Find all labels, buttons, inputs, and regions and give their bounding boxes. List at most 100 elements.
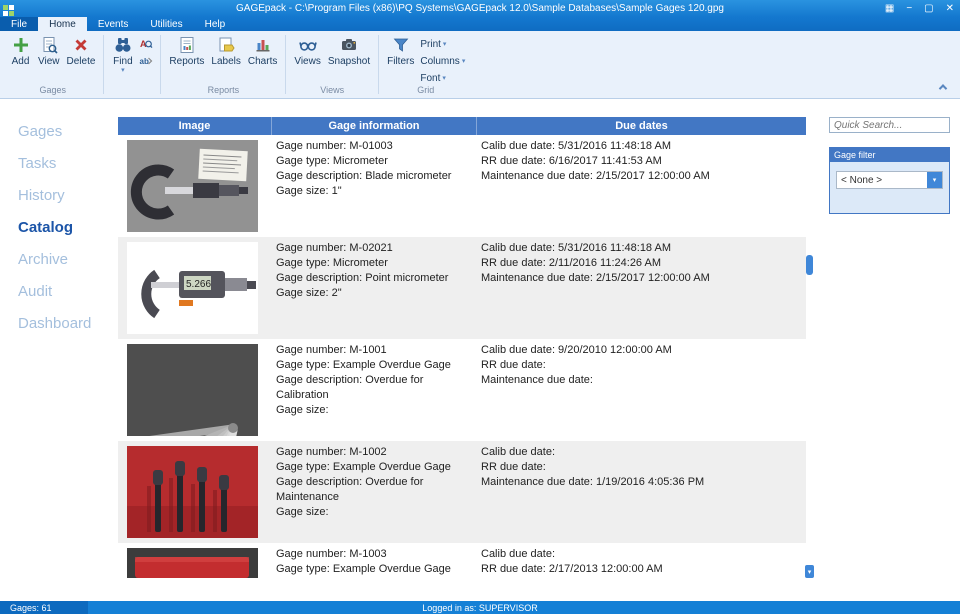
gage-type: Gage type: Micrometer xyxy=(276,256,471,271)
calib-due-date: Calib due date: 5/31/2016 11:48:18 AM xyxy=(481,139,800,154)
gage-filter-panel: Gage filter < None > ▾ xyxy=(829,147,950,214)
ribbon-tabs: File Home Events Utilities Help xyxy=(0,17,960,31)
reports-label: Reports xyxy=(169,56,204,67)
tab-help[interactable]: Help xyxy=(194,17,237,31)
add-label: Add xyxy=(12,56,30,67)
delete-icon xyxy=(71,35,91,55)
views-button[interactable]: Views xyxy=(291,33,324,67)
view-button[interactable]: View xyxy=(35,33,63,67)
customize-icon[interactable]: ▦ xyxy=(885,0,894,17)
sidebar-item-archive[interactable]: Archive xyxy=(0,243,118,275)
group-label-gages: Gages xyxy=(7,85,98,98)
font-button[interactable]: Font ▾ xyxy=(418,71,467,85)
gage-description: Gage description: Overdue for Maintenanc… xyxy=(276,475,471,505)
find-icon xyxy=(113,35,133,55)
charts-label: Charts xyxy=(248,56,277,67)
print-dropdown-icon: ▾ xyxy=(443,40,447,48)
columns-button[interactable]: Columns ▾ xyxy=(418,54,467,68)
column-header-image[interactable]: Image xyxy=(118,117,272,135)
ribbon-group-reports: Reports Labels Charts Reports xyxy=(162,31,284,98)
chevron-up-icon xyxy=(939,84,947,92)
add-icon xyxy=(11,35,31,55)
reports-button[interactable]: Reports xyxy=(166,33,207,67)
ribbon-separator xyxy=(103,35,104,94)
find-text-icon: A xyxy=(139,37,153,51)
maintenance-due-date: Maintenance due date: 2/15/2017 12:00:00… xyxy=(481,169,800,184)
gage-size: Gage size: 1" xyxy=(276,184,471,199)
group-label-find xyxy=(109,85,155,98)
gage-image-cell: 5.266 xyxy=(118,237,272,339)
ribbon-separator xyxy=(378,35,379,94)
sidebar-item-audit[interactable]: Audit xyxy=(0,275,118,307)
add-button[interactable]: Add xyxy=(7,33,34,67)
calib-due-date: Calib due date: 5/31/2016 11:48:18 AM xyxy=(481,241,800,256)
table-row[interactable]: Gage number: M-1002 Gage type: Example O… xyxy=(118,441,806,543)
gage-image-cell xyxy=(118,441,272,543)
gage-catalog-table: Image Gage information Due dates Gage xyxy=(118,117,806,578)
find-text-button[interactable]: A xyxy=(137,37,155,51)
columns-label: Columns xyxy=(420,56,459,67)
gage-size: Gage size: 2" xyxy=(276,286,471,301)
charts-button[interactable]: Charts xyxy=(245,33,280,67)
incremental-search-button[interactable]: ab xyxy=(137,54,155,68)
tab-home[interactable]: Home xyxy=(38,17,87,31)
scroll-down-button[interactable]: ▾ xyxy=(805,565,814,578)
delete-button[interactable]: Delete xyxy=(64,33,99,67)
due-dates-cell: Calib due date: 5/31/2016 11:48:18 AM RR… xyxy=(477,135,806,237)
table-row[interactable]: Gage number: M-1001 Gage type: Example O… xyxy=(118,339,806,441)
svg-text:ab: ab xyxy=(140,57,149,66)
charts-icon xyxy=(253,35,273,55)
find-button[interactable]: Find ▾ xyxy=(109,33,136,74)
sidebar-item-catalog[interactable]: Catalog xyxy=(0,211,118,243)
sidebar-item-dashboard[interactable]: Dashboard xyxy=(0,307,118,339)
vertical-scrollbar[interactable]: ▾ xyxy=(805,135,814,578)
gage-size: Gage size: xyxy=(276,403,471,418)
gage-image-cell xyxy=(118,339,272,441)
sidebar-item-gages[interactable]: Gages xyxy=(0,115,118,147)
close-icon[interactable]: ✕ xyxy=(946,0,954,17)
snapshot-button[interactable]: Snapshot xyxy=(325,33,373,67)
scrollbar-thumb[interactable] xyxy=(806,255,813,275)
sidebar: Gages Tasks History Catalog Archive Audi… xyxy=(0,99,118,601)
ribbon-collapse-button[interactable] xyxy=(936,81,950,93)
tab-events[interactable]: Events xyxy=(87,17,140,31)
views-label: Views xyxy=(294,56,321,67)
micrometer-display-value: 5.266 xyxy=(186,279,211,290)
calib-due-date: Calib due date: xyxy=(481,547,800,562)
gage-type: Gage type: Example Overdue Gage xyxy=(276,562,471,577)
tab-file[interactable]: File xyxy=(0,17,38,31)
gage-size: Gage size: xyxy=(276,505,471,520)
ribbon-group-grid: Filters Print ▾ Columns ▾ Font ▾ xyxy=(380,31,471,98)
calib-due-date: Calib due date: 9/20/2010 12:00:00 AM xyxy=(481,343,800,358)
maintenance-due-date: Maintenance due date: 1/19/2016 4:05:36 … xyxy=(481,475,800,490)
labels-button[interactable]: Labels xyxy=(208,33,243,67)
gage-filter-dropdown[interactable]: < None > ▾ xyxy=(836,171,943,189)
gage-number: Gage number: M-1003 xyxy=(276,547,471,562)
sidebar-item-tasks[interactable]: Tasks xyxy=(0,147,118,179)
table-row[interactable]: Gage number: M-1003 Gage type: Example O… xyxy=(118,543,806,578)
rr-due-date: RR due date: 2/17/2013 12:00:00 AM xyxy=(481,562,800,577)
print-button[interactable]: Print ▾ xyxy=(418,37,467,51)
tab-utilities[interactable]: Utilities xyxy=(139,17,193,31)
column-header-due-dates[interactable]: Due dates xyxy=(477,117,806,135)
ribbon-separator xyxy=(160,35,161,94)
gage-filter-value: < None > xyxy=(841,175,882,186)
quick-search-input[interactable] xyxy=(829,117,950,133)
ribbon: Add View Delete Gages Find ▾ xyxy=(0,31,960,99)
dropdown-arrow-icon[interactable]: ▾ xyxy=(927,172,942,188)
filters-button[interactable]: Filters xyxy=(384,33,417,67)
gage-info-cell: Gage number: M-02021 Gage type: Micromet… xyxy=(272,237,477,339)
group-label-reports: Reports xyxy=(166,85,280,98)
gage-number: Gage number: M-01003 xyxy=(276,139,471,154)
sidebar-item-history[interactable]: History xyxy=(0,179,118,211)
font-dropdown-icon: ▾ xyxy=(442,74,446,82)
maximize-icon[interactable]: ▢ xyxy=(924,0,933,17)
minimize-icon[interactable]: − xyxy=(906,0,912,17)
gage-number: Gage number: M-02021 xyxy=(276,241,471,256)
table-row[interactable]: Gage number: M-01003 Gage type: Micromet… xyxy=(118,135,806,237)
table-row[interactable]: 5.266 Gage number: M-02021 Gage type: Mi… xyxy=(118,237,806,339)
views-icon xyxy=(298,35,318,55)
maintenance-due-date: Maintenance due date: xyxy=(481,373,800,388)
columns-dropdown-icon: ▾ xyxy=(462,57,466,65)
column-header-gage-information[interactable]: Gage information xyxy=(272,117,477,135)
